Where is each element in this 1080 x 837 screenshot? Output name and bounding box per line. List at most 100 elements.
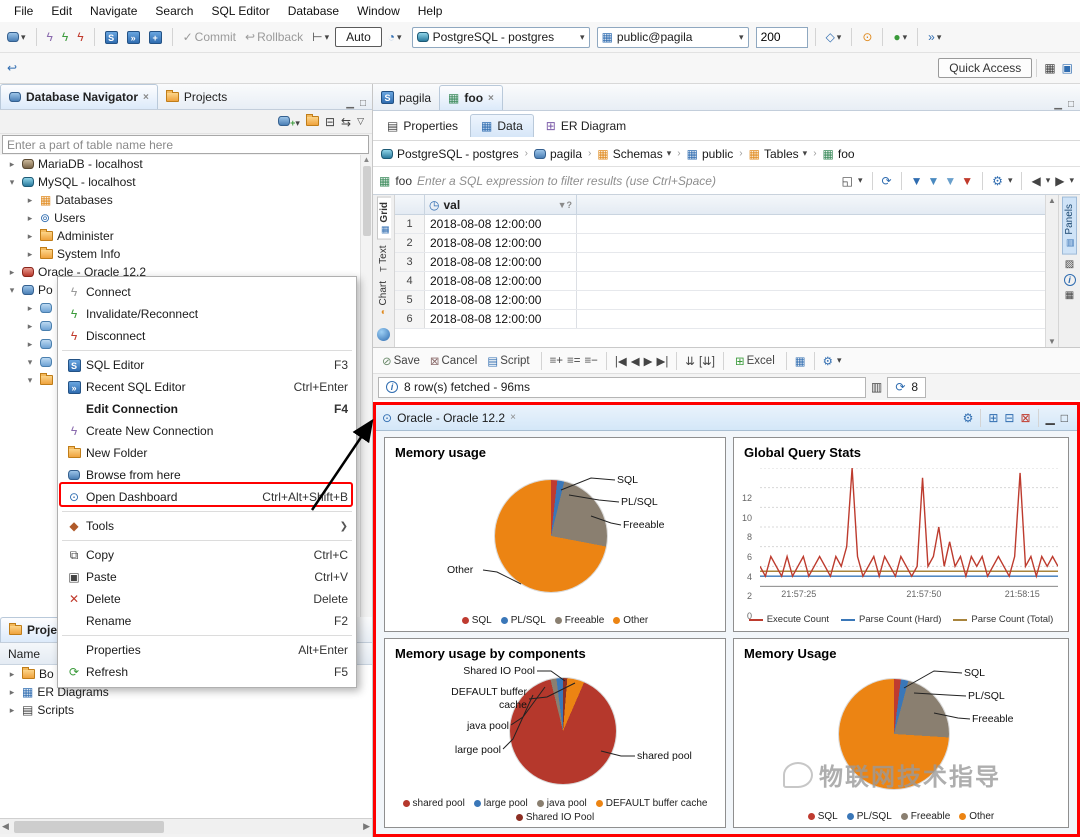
project-item-scripts[interactable]: ▸▤Scripts: [0, 701, 372, 719]
column-header-val[interactable]: ◷ val ▼?: [425, 195, 577, 214]
nav-forward-menu-icon[interactable]: ▾: [1069, 175, 1074, 186]
row-number-header[interactable]: [395, 195, 425, 214]
breadcrumb-table-foo[interactable]: ▦foo: [823, 147, 855, 161]
expand-filter-icon[interactable]: ◱: [842, 174, 853, 188]
tree-item-databases[interactable]: ▸▦Databases: [0, 191, 372, 209]
tab-grid-view[interactable]: ▦Grid: [377, 197, 391, 240]
horizontal-scrollbar[interactable]: ◀ ▶: [0, 818, 372, 834]
scroll-right-icon[interactable]: ▶: [361, 821, 372, 832]
dashboard-settings-gear-icon[interactable]: ⚙: [960, 409, 977, 427]
table-row[interactable]: 32018-08-08 12:00:00: [395, 253, 1045, 272]
view-menu-icon[interactable]: ▽: [357, 116, 364, 127]
tab-text-view[interactable]: TText: [377, 242, 390, 276]
connect-icon[interactable]: ϟ: [44, 28, 56, 46]
nav-back-icon[interactable]: ◀: [1031, 174, 1040, 188]
sql-editor-icon[interactable]: S: [102, 29, 121, 46]
prev-row-icon[interactable]: ◀: [631, 354, 640, 368]
minimize-icon[interactable]: ▁: [1054, 99, 1062, 110]
link-editor-icon[interactable]: ⇆: [341, 115, 351, 129]
new-connection-icon[interactable]: +▾: [278, 115, 300, 129]
table-row[interactable]: 62018-08-08 12:00:00: [395, 310, 1045, 329]
result-settings-menu-icon[interactable]: ▾: [837, 355, 842, 366]
scrollbar-thumb[interactable]: [363, 166, 371, 236]
tree-scrollbar[interactable]: ▲: [360, 155, 372, 617]
refresh-icon[interactable]: ⟳: [882, 174, 892, 188]
disconnect-icon[interactable]: ϟ: [74, 28, 86, 46]
table-row[interactable]: 52018-08-08 12:00:00: [395, 291, 1045, 310]
tab-panels[interactable]: ▥Panels: [1062, 197, 1077, 255]
tree-item-system-info[interactable]: ▸System Info: [0, 245, 372, 263]
add-row-icon[interactable]: ≡+: [550, 355, 563, 367]
calc-panel-icon[interactable]: ▥: [871, 380, 882, 394]
table-row[interactable]: 22018-08-08 12:00:00: [395, 234, 1045, 253]
invalidate-icon[interactable]: ϟ: [59, 28, 71, 46]
tasks-button[interactable]: ⊙: [859, 28, 875, 46]
tree-item-mariadb[interactable]: ▸MariaDB - localhost: [0, 155, 372, 173]
scroll-down-icon[interactable]: ▼: [1048, 337, 1056, 346]
breadcrumb-public[interactable]: ▦public: [687, 147, 734, 161]
calendar-panel-icon[interactable]: ▦: [1065, 290, 1074, 301]
export-excel-button[interactable]: ⊞Excel: [732, 352, 778, 370]
table-filter-input[interactable]: [2, 135, 369, 154]
scroll-up-icon[interactable]: ▲: [361, 155, 372, 164]
refresh-count-box[interactable]: ⟳ 8: [887, 377, 926, 398]
settings-gear-icon[interactable]: ⚙: [992, 174, 1003, 188]
breadcrumb-schemas[interactable]: ▦Schemas▾: [597, 147, 671, 161]
back-button[interactable]: ↩: [4, 59, 20, 77]
recent-sql-editor-icon[interactable]: »: [124, 29, 143, 46]
maximize-icon[interactable]: □: [1068, 99, 1074, 110]
chart-memory-by-components[interactable]: Memory usage by components Shared IO Poo…: [384, 638, 726, 828]
tree-item-users[interactable]: ▸⊚Users: [0, 209, 372, 227]
breadcrumb-connection[interactable]: PostgreSQL - postgres: [381, 147, 519, 161]
filter-history-icon[interactable]: ▾: [858, 175, 863, 186]
nav-forward-icon[interactable]: ▶: [1055, 174, 1064, 188]
fetch-page-icon[interactable]: ⇊: [685, 354, 695, 368]
next-row-icon[interactable]: ▶: [644, 354, 653, 368]
rollback-button[interactable]: ↩Rollback: [242, 28, 306, 46]
schema-combo[interactable]: ▦ public@pagila ▾: [597, 27, 749, 48]
table-row[interactable]: 12018-08-08 12:00:00: [395, 215, 1045, 234]
fetch-all-icon[interactable]: [⇊]: [699, 354, 715, 368]
transaction-log-button[interactable]: ◔▾: [385, 28, 405, 46]
menu-item-sql-editor[interactable]: SSQL EditorF3: [58, 354, 356, 376]
debug-button[interactable]: ●▾: [890, 28, 910, 46]
tree-item-mysql[interactable]: ▾MySQL - localhost: [0, 173, 372, 191]
menu-item-connect[interactable]: ϟConnect: [58, 281, 356, 303]
maximize-icon[interactable]: □: [360, 98, 366, 109]
menu-item-delete[interactable]: ✕DeleteDelete: [58, 588, 356, 610]
menu-item-properties[interactable]: PropertiesAlt+Enter: [58, 639, 356, 661]
chart-memory-usage[interactable]: Memory usage SQL PL/SQL Freeable Other S…: [384, 437, 726, 632]
settings-menu-icon[interactable]: ▾: [1008, 175, 1013, 186]
add-chart-icon[interactable]: ⊞: [985, 409, 1001, 427]
menu-item-disconnect[interactable]: ϟDisconnect: [58, 325, 356, 347]
scrollbar-thumb[interactable]: [14, 821, 164, 833]
remove-chart-icon[interactable]: ⊟: [1001, 409, 1017, 427]
subtab-properties[interactable]: ▤Properties: [377, 115, 468, 137]
perspective-icon[interactable]: ▦: [1041, 59, 1058, 77]
menu-item-create-new-connection[interactable]: ϟCreate New Connection: [58, 420, 356, 442]
menu-window[interactable]: Window: [349, 2, 408, 20]
menu-search[interactable]: Search: [147, 2, 201, 20]
reset-dashboard-icon[interactable]: ⊠: [1017, 409, 1033, 427]
filter-icon[interactable]: ▼: [911, 174, 923, 188]
duplicate-row-icon[interactable]: ≡=: [567, 355, 580, 367]
breadcrumb-database[interactable]: pagila: [534, 147, 582, 161]
menu-item-refresh[interactable]: ⟳RefreshF5: [58, 661, 356, 683]
close-icon[interactable]: ×: [488, 93, 494, 104]
tree-item-administer[interactable]: ▸Administer: [0, 227, 372, 245]
menu-help[interactable]: Help: [410, 2, 451, 20]
result-settings-gear-icon[interactable]: ⚙: [823, 354, 833, 368]
chart-global-query-stats[interactable]: Global Query Stats 024681012 21:57:2521:…: [733, 437, 1069, 632]
dbeaver-perspective-icon[interactable]: ▣: [1059, 59, 1076, 77]
menu-item-edit-connection[interactable]: Edit ConnectionF4: [58, 398, 356, 420]
filter-save-icon[interactable]: ▼: [928, 174, 940, 188]
record-mode-icon[interactable]: ▨: [1065, 259, 1074, 270]
menu-item-copy[interactable]: ⧉CopyCtrl+C: [58, 544, 356, 566]
connection-combo[interactable]: PostgreSQL - postgres ▾: [412, 27, 590, 48]
menu-item-browse-from-here[interactable]: Browse from here: [58, 464, 356, 486]
collapse-all-icon[interactable]: ⊟: [325, 115, 335, 129]
menu-item-tools[interactable]: ◆Tools❯: [58, 515, 356, 537]
nav-back-menu-icon[interactable]: ▾: [1046, 175, 1051, 186]
subtab-data[interactable]: ▦Data: [470, 114, 534, 137]
close-icon[interactable]: ×: [143, 92, 149, 103]
